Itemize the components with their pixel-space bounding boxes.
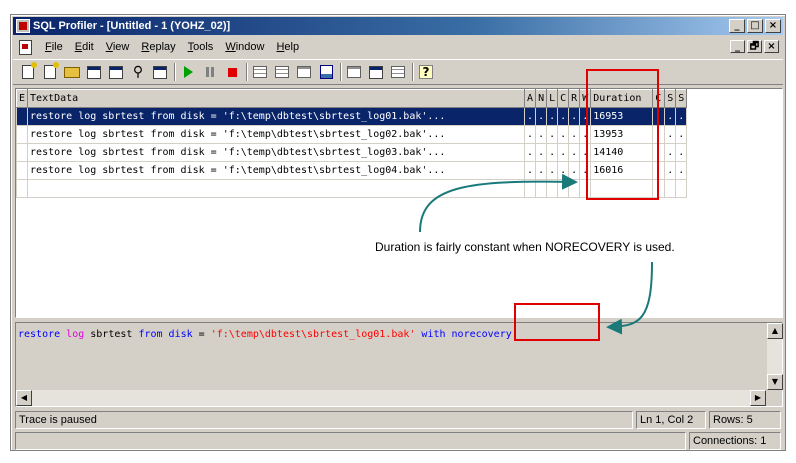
arrow-to-norecovery <box>606 261 653 335</box>
arrow-to-duration <box>419 173 578 233</box>
annotation-arrows <box>419 173 653 335</box>
